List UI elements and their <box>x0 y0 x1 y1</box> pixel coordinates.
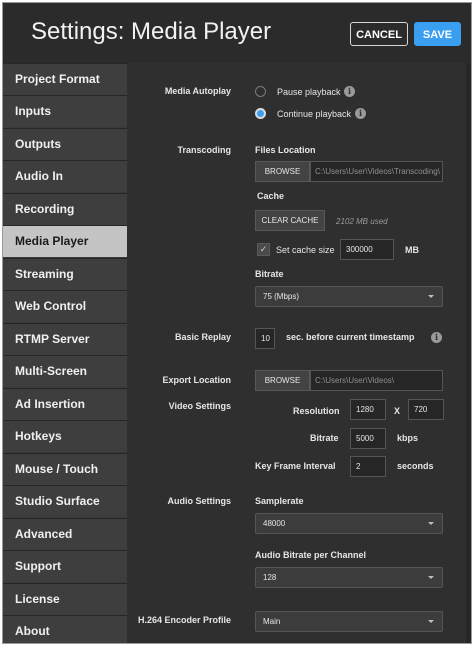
chevron-down-icon <box>428 576 434 579</box>
video-bitrate-label: Bitrate <box>310 433 339 443</box>
audio-bitrate-select-value: 128 <box>263 573 277 582</box>
sidebar-item-multi-screen[interactable]: Multi-Screen <box>3 355 127 387</box>
replay-suffix-text: sec. before current timestamp <box>286 332 415 342</box>
continue-playback-label: Continue playback <box>277 109 352 119</box>
export-path-field[interactable]: C:\Users\User\Videos\ <box>310 370 443 391</box>
resolution-width-input[interactable]: 1280 <box>350 399 386 420</box>
audio-settings-label: Audio Settings <box>167 496 232 506</box>
header-bar: Settings: Media Player CANCEL SAVE <box>3 3 471 63</box>
resolution-height-input[interactable]: 720 <box>408 399 444 420</box>
browse-export-button[interactable]: BROWSE <box>255 370 310 391</box>
clear-cache-button[interactable]: CLEAR CACHE <box>255 210 325 231</box>
audio-bitrate-select[interactable]: 128 <box>255 567 443 588</box>
sidebar: Project Format Inputs Outputs Audio In R… <box>3 63 127 643</box>
sidebar-item-media-player[interactable]: Media Player <box>3 225 127 257</box>
chevron-down-icon <box>428 295 434 298</box>
sidebar-item-streaming[interactable]: Streaming <box>3 258 127 290</box>
sidebar-item-ad-insertion[interactable]: Ad Insertion <box>3 388 127 420</box>
files-location-label: Files Location <box>255 145 316 155</box>
bitrate-label: Bitrate <box>255 269 284 279</box>
sidebar-item-web-control[interactable]: Web Control <box>3 290 127 322</box>
pause-playback-label: Pause playback <box>277 87 341 97</box>
sidebar-item-advanced[interactable]: Advanced <box>3 518 127 550</box>
resolution-label: Resolution <box>293 406 340 416</box>
cache-size-unit: MB <box>405 245 419 255</box>
info-icon[interactable]: i <box>355 108 366 119</box>
bitrate-select-value: 75 (Mbps) <box>263 292 300 301</box>
encoder-profile-label: H.264 Encoder Profile <box>137 615 231 625</box>
settings-window: Settings: Media Player CANCEL SAVE Proje… <box>2 2 472 644</box>
samplerate-label: Samplerate <box>255 496 304 506</box>
keyframe-interval-label: Key Frame Interval <box>255 461 336 471</box>
cancel-button[interactable]: CANCEL <box>350 22 408 46</box>
cache-used-text: 2102 MB used <box>336 217 388 226</box>
save-button[interactable]: SAVE <box>414 22 461 46</box>
sidebar-item-outputs[interactable]: Outputs <box>3 128 127 160</box>
media-autoplay-label: Media Autoplay <box>164 86 231 96</box>
sidebar-item-rtmp-server[interactable]: RTMP Server <box>3 323 127 355</box>
encoder-profile-select[interactable]: Main <box>255 611 443 632</box>
pause-playback-radio[interactable] <box>255 86 266 97</box>
sidebar-item-project-format[interactable]: Project Format <box>3 63 127 95</box>
export-location-label: Export Location <box>162 375 231 385</box>
set-cache-size-checkbox[interactable]: ✓ <box>257 243 270 256</box>
continue-playback-radio[interactable] <box>255 108 266 119</box>
basic-replay-label: Basic Replay <box>174 332 231 342</box>
sidebar-item-hotkeys[interactable]: Hotkeys <box>3 420 127 452</box>
browse-transcoding-button[interactable]: BROWSE <box>255 161 310 182</box>
sidebar-item-support[interactable]: Support <box>3 550 127 582</box>
video-bitrate-input[interactable]: 5000 <box>350 428 386 449</box>
chevron-down-icon <box>428 620 434 623</box>
video-bitrate-unit: kbps <box>397 433 419 443</box>
cache-label: Cache <box>257 191 285 201</box>
sidebar-item-about[interactable]: About <box>3 615 127 643</box>
info-icon[interactable]: i <box>344 86 355 97</box>
transcoding-label: Transcoding <box>177 145 231 155</box>
resolution-separator: X <box>394 406 401 416</box>
sidebar-item-audio-in[interactable]: Audio In <box>3 160 127 192</box>
replay-seconds-input[interactable]: 10 <box>255 328 275 349</box>
audio-bitrate-label: Audio Bitrate per Channel <box>255 550 367 560</box>
samplerate-select-value: 48000 <box>263 519 286 528</box>
transcoding-path-field[interactable]: C:\Users\User\Videos\Transcoding\ <box>310 161 443 182</box>
bitrate-select[interactable]: 75 (Mbps) <box>255 286 443 307</box>
keyframe-interval-unit: seconds <box>397 461 434 471</box>
samplerate-select[interactable]: 48000 <box>255 513 443 534</box>
keyframe-interval-input[interactable]: 2 <box>350 456 386 477</box>
encoder-profile-select-value: Main <box>263 617 281 626</box>
sidebar-item-inputs[interactable]: Inputs <box>3 95 127 127</box>
chevron-down-icon <box>428 522 434 525</box>
sidebar-item-mouse-touch[interactable]: Mouse / Touch <box>3 453 127 485</box>
sidebar-item-license[interactable]: License <box>3 583 127 615</box>
scrollbar[interactable] <box>466 63 471 643</box>
video-settings-label: Video Settings <box>168 401 231 411</box>
set-cache-size-label: Set cache size <box>276 245 335 255</box>
cache-size-input[interactable]: 300000 <box>340 239 394 260</box>
info-icon[interactable]: i <box>431 332 442 343</box>
sidebar-item-studio-surface[interactable]: Studio Surface <box>3 485 127 517</box>
sidebar-item-recording[interactable]: Recording <box>3 193 127 225</box>
page-title: Settings: Media Player <box>31 18 272 45</box>
